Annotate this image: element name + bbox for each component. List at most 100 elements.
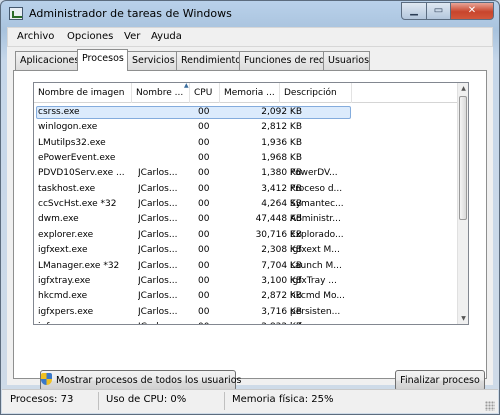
column-header-cpu[interactable]: CPU bbox=[190, 83, 220, 103]
process-description: Symantec... bbox=[290, 199, 344, 210]
process-user: JCarlos... bbox=[138, 320, 194, 324]
process-row[interactable]: taskhost.exe JCarlos... 00 3,412 KB Proceso … bbox=[34, 182, 458, 197]
tab-aplicaciones[interactable]: Aplicaciones bbox=[15, 51, 79, 70]
scroll-up-icon[interactable]: ▲ bbox=[458, 83, 468, 94]
process-cpu: 00 bbox=[198, 275, 210, 286]
tab-rendimiento[interactable]: Rendimiento bbox=[176, 51, 241, 70]
status-memory: Memoria física: 25% bbox=[232, 394, 334, 405]
process-description bbox=[290, 151, 354, 166]
process-name: LMutilps32.exe bbox=[38, 137, 106, 148]
process-name: hkcmd.exe bbox=[38, 291, 88, 302]
process-user: JCarlos... bbox=[138, 275, 178, 286]
process-row[interactable]: LManager.exe *32 JCarlos... 00 7,704 KB Laun… bbox=[34, 259, 458, 274]
process-cpu: 00 bbox=[198, 137, 210, 148]
process-row[interactable]: ePowerEvent.exe 00 1,968 KB bbox=[34, 151, 458, 166]
process-row[interactable]: igfxpers.exe JCarlos... 00 3,716 KB persiste… bbox=[34, 305, 458, 320]
process-row[interactable]: LMutilps32.exe 00 1,936 KB bbox=[34, 136, 458, 151]
process-cpu: 00 bbox=[198, 168, 210, 179]
process-user: JCarlos... bbox=[138, 245, 178, 256]
process-user: JCarlos... bbox=[138, 291, 178, 302]
status-processes: Procesos: 73 bbox=[10, 394, 74, 405]
process-description bbox=[290, 136, 354, 151]
menu-ver[interactable]: Ver bbox=[124, 31, 140, 42]
process-name: explorer.exe bbox=[38, 229, 94, 240]
uac-shield-icon bbox=[41, 373, 52, 385]
process-description: Proceso d... bbox=[290, 183, 343, 194]
tab-usuarios[interactable]: Usuarios bbox=[323, 51, 370, 70]
tab-servicios[interactable]: Servicios bbox=[127, 51, 177, 70]
process-user: JCarlos... bbox=[138, 229, 178, 240]
tab-funciones-de-red[interactable]: Funciones de red bbox=[239, 51, 325, 70]
process-list[interactable]: Nombre de imagen Nombre ... CPU Memoria … bbox=[33, 82, 469, 325]
column-header-user-name[interactable]: Nombre ... bbox=[132, 83, 190, 103]
show-all-users-label: Mostrar procesos de todos los usuarios bbox=[56, 375, 242, 386]
end-process-button[interactable]: Finalizar proceso bbox=[395, 370, 485, 391]
process-row[interactable]: igfxtray.exe JCarlos... 00 3,100 KB igfxTray… bbox=[34, 274, 458, 289]
process-name: winlogon.exe bbox=[38, 122, 98, 133]
process-name: taskhost.exe bbox=[38, 183, 96, 194]
column-header-description[interactable]: Descripción bbox=[280, 83, 352, 103]
process-row[interactable]: dwm.exe JCarlos... 00 47,448 KB Administr... bbox=[34, 212, 458, 227]
process-user: JCarlos... bbox=[138, 183, 178, 194]
menu-opciones[interactable]: Opciones bbox=[67, 31, 113, 42]
column-header-memory[interactable]: Memoria ... bbox=[220, 83, 280, 103]
process-cpu: 00 bbox=[198, 229, 210, 240]
menu-archivo[interactable]: Archivo bbox=[17, 31, 54, 42]
process-row[interactable]: winlogon.exe 00 2,812 KB bbox=[34, 120, 458, 135]
process-description bbox=[290, 105, 354, 120]
process-row[interactable]: ccSvcHst.exe *32 JCarlos... 00 4,264 KB Syma… bbox=[34, 197, 458, 212]
sort-indicator-icon: ▲ bbox=[184, 82, 189, 89]
menu-bar: Archivo Opciones Ver Ayuda bbox=[7, 27, 493, 47]
processes-panel: Nombre de imagen Nombre ... CPU Memoria … bbox=[13, 70, 487, 391]
process-row[interactable]: csrss.exe 00 2,092 KB bbox=[34, 105, 458, 120]
task-manager-icon bbox=[9, 7, 23, 20]
process-row[interactable]: igfxsrvc.exeJCarlos...002,832 KBigfxsrvc… bbox=[34, 320, 458, 324]
process-cpu: 00 bbox=[198, 214, 210, 225]
process-cpu: 00 bbox=[198, 183, 210, 194]
process-description: Launch M... bbox=[290, 260, 342, 271]
process-user: JCarlos... bbox=[138, 199, 178, 210]
process-name: igfxsrvc.exe bbox=[38, 320, 136, 324]
tab-procesos[interactable]: Procesos bbox=[77, 49, 128, 71]
process-name: ePowerEvent.exe bbox=[38, 153, 116, 164]
show-all-users-button[interactable]: Mostrar procesos de todos los usuarios bbox=[40, 370, 241, 391]
column-header-image-name[interactable]: Nombre de imagen bbox=[34, 83, 132, 103]
maximize-button[interactable]: ▭ bbox=[426, 2, 451, 20]
process-cpu: 00 bbox=[198, 291, 210, 302]
process-description: igfxext M... bbox=[290, 245, 340, 256]
vertical-scrollbar[interactable]: ▲ ▼ bbox=[457, 83, 468, 324]
process-cpu: 00 bbox=[198, 245, 210, 256]
process-name: igfxtray.exe bbox=[38, 275, 91, 286]
scroll-thumb[interactable] bbox=[459, 96, 467, 220]
process-row[interactable]: hkcmd.exe JCarlos... 00 2,872 KB hkcmd Mo... bbox=[34, 289, 458, 304]
title-bar[interactable]: Administrador de tareas de Windows ▁ ▭ ✕ bbox=[1, 1, 499, 27]
task-manager-window: Administrador de tareas de Windows ▁ ▭ ✕… bbox=[0, 0, 500, 415]
resize-grip-icon[interactable] bbox=[485, 401, 495, 411]
process-cpu: 00 bbox=[198, 153, 210, 164]
process-cpu: 00 bbox=[198, 260, 210, 271]
close-button[interactable]: ✕ bbox=[450, 2, 494, 20]
process-row[interactable]: PDVD10Serv.exe ... JCarlos... 00 1,380 KB Po… bbox=[34, 166, 458, 181]
process-row[interactable]: igfxext.exe JCarlos... 00 2,308 KB igfxext M… bbox=[34, 243, 458, 258]
process-cpu: 00 bbox=[198, 306, 210, 317]
process-user: JCarlos... bbox=[138, 214, 178, 225]
process-user bbox=[138, 105, 194, 120]
scroll-down-icon[interactable]: ▼ bbox=[458, 313, 468, 324]
process-user: JCarlos... bbox=[138, 260, 178, 271]
process-description: PowerDV... bbox=[290, 168, 338, 179]
list-header: Nombre de imagen Nombre ... CPU Memoria … bbox=[34, 83, 458, 103]
menu-ayuda[interactable]: Ayuda bbox=[151, 31, 182, 42]
process-name: csrss.exe bbox=[38, 107, 80, 117]
process-user: JCarlos... bbox=[138, 168, 178, 179]
process-name: ccSvcHst.exe *32 bbox=[38, 199, 117, 210]
process-user bbox=[138, 120, 194, 135]
process-description: persisten... bbox=[290, 306, 341, 317]
process-description: igfxsrvc ... bbox=[290, 320, 354, 324]
process-name: dwm.exe bbox=[38, 214, 79, 225]
process-name: igfxpers.exe bbox=[38, 306, 94, 317]
process-user bbox=[138, 151, 194, 166]
process-row[interactable]: explorer.exe JCarlos... 00 30,716 KB Explora… bbox=[34, 228, 458, 243]
status-divider bbox=[98, 392, 99, 410]
minimize-button[interactable]: ▁ bbox=[401, 2, 427, 20]
process-description bbox=[290, 120, 354, 135]
